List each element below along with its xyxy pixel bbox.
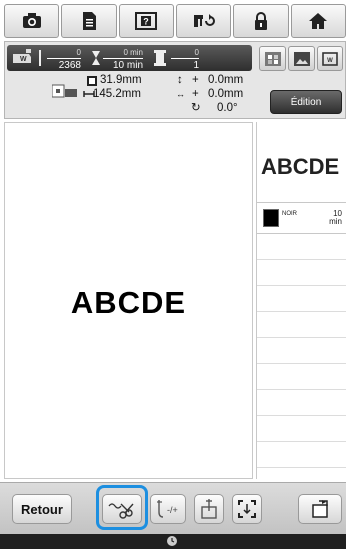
image-view-button[interactable] xyxy=(288,46,315,71)
home-button[interactable] xyxy=(290,4,346,38)
trial-frame-button[interactable] xyxy=(232,494,262,524)
selection-highlight xyxy=(96,485,148,530)
clock-icon xyxy=(167,536,177,546)
needle-icon xyxy=(39,50,41,66)
machine-sewing-icon xyxy=(193,14,215,27)
svg-text:?: ? xyxy=(144,17,150,27)
hoop-icon: W xyxy=(13,49,31,63)
tension-icon: -/+ xyxy=(157,500,178,518)
lock-button[interactable] xyxy=(233,4,289,38)
top-toolbar: ? xyxy=(4,4,346,38)
list-item xyxy=(257,286,346,312)
info-panel: W 0 2368 0 min 10 min 0 1 W 31.9mm 145.2… xyxy=(4,41,346,119)
plus-sign: + xyxy=(192,74,199,86)
list-item xyxy=(257,390,346,416)
offset-horizontal: 0.0mm xyxy=(208,88,244,100)
lock-icon xyxy=(254,12,267,30)
thread-color-row[interactable]: NOIR 10 min xyxy=(257,203,346,234)
list-item xyxy=(257,234,346,260)
color-total: 1 xyxy=(171,58,199,71)
camera-button[interactable] xyxy=(4,4,60,38)
svg-text:W: W xyxy=(20,56,27,63)
list-item xyxy=(257,312,346,338)
thread-palette-button[interactable] xyxy=(259,46,286,71)
help-icon: ? xyxy=(135,12,158,30)
edition-button[interactable]: Édition xyxy=(270,90,342,114)
starting-point-icon xyxy=(201,499,217,519)
hourglass-icon xyxy=(92,51,100,65)
color-name: NOIR xyxy=(282,211,297,217)
hoop-select-button[interactable]: W xyxy=(317,46,343,71)
rotation-angle: 0.0° xyxy=(217,102,238,114)
color-counter: 0 1 xyxy=(171,47,199,71)
time-total: 10 min xyxy=(103,58,143,71)
color-list xyxy=(257,234,346,468)
list-item xyxy=(257,442,346,468)
document-button[interactable] xyxy=(61,4,117,38)
bottom-toolbar: Retour -/+ xyxy=(0,482,346,535)
height-icon xyxy=(87,76,97,86)
list-item xyxy=(257,416,346,442)
design-width: 145.2mm xyxy=(93,88,141,100)
rotation-icon: ↻ xyxy=(191,102,201,114)
svg-text:-/+: -/+ xyxy=(167,505,178,515)
list-item xyxy=(257,338,346,364)
hoop-size-icon: W xyxy=(322,51,338,66)
color-time-unit: min xyxy=(329,217,342,226)
help-button[interactable]: ? xyxy=(118,4,174,38)
palette-icon xyxy=(264,51,281,66)
svg-text:W: W xyxy=(327,58,333,64)
color-current: 0 xyxy=(194,48,199,57)
time-counter: 0 min 10 min xyxy=(103,47,143,71)
stats-bar: W 0 2368 0 min 10 min 0 1 xyxy=(7,45,252,71)
design-height: 31.9mm xyxy=(100,74,142,86)
time-current: 0 min xyxy=(123,48,143,57)
side-panel: ABCDE NOIR 10 min xyxy=(256,122,346,479)
plus-sign-2: + xyxy=(192,88,199,100)
design-thumbnail: ABCDE xyxy=(257,122,346,203)
document-icon xyxy=(82,12,96,30)
memory-button[interactable] xyxy=(298,494,342,524)
needle-position-button[interactable] xyxy=(194,494,224,524)
offset-vertical-icon: ↕ xyxy=(177,74,183,86)
list-item xyxy=(257,260,346,286)
thumbnail-text: ABCDE xyxy=(261,154,340,179)
frame-trace-icon xyxy=(238,500,256,518)
embroidery-preview[interactable]: ABCDE xyxy=(4,122,253,479)
status-footer xyxy=(0,534,346,549)
stitch-total: 2368 xyxy=(47,58,81,71)
frame-size-icon xyxy=(52,84,77,98)
camera-icon xyxy=(22,13,41,28)
retour-button[interactable]: Retour xyxy=(12,494,72,524)
color-time: 10 min xyxy=(329,210,342,226)
home-icon xyxy=(309,13,328,29)
stitch-counter: 0 2368 xyxy=(47,47,81,71)
pocket-memory-icon xyxy=(312,500,328,518)
machine-settings-button[interactable] xyxy=(175,4,232,38)
stitch-current: 0 xyxy=(76,48,81,57)
offset-horizontal-icon: ↔ xyxy=(176,89,185,99)
tension-adjust-button[interactable]: -/+ xyxy=(150,494,186,524)
color-swatch xyxy=(263,209,279,227)
list-item xyxy=(257,364,346,390)
image-icon xyxy=(293,51,310,66)
offset-vertical: 0.0mm xyxy=(208,74,244,86)
thread-spool-icon xyxy=(154,50,166,66)
preview-design-text: ABCDE xyxy=(70,285,187,320)
